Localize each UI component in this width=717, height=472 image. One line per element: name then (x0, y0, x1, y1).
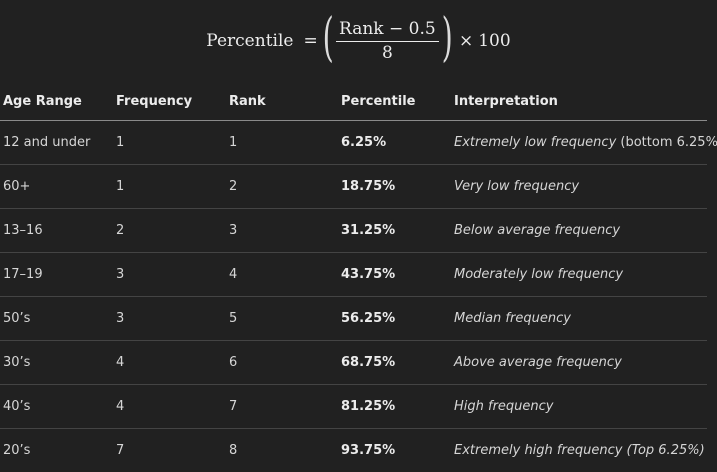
cell-interpretation: High frequency (451, 385, 707, 429)
cell-rank: 8 (226, 429, 338, 472)
header-rank: Rank (226, 82, 338, 121)
interpretation-text: Above average frequency (454, 355, 622, 370)
formula-denominator: 8 (382, 42, 393, 63)
cell-age-range: 60+ (0, 165, 113, 209)
cell-interpretation: Extremely high frequency (Top 6.25%) (451, 429, 707, 472)
header-percentile: Percentile (338, 82, 451, 121)
cell-percentile: 31.25% (338, 209, 451, 253)
interpretation-text: Extremely high frequency (Top 6.25%) (454, 443, 705, 458)
cell-age-range: 20’s (0, 429, 113, 472)
interpretation-note: (bottom 6.25%) (616, 135, 717, 150)
interpretation-text: Below average frequency (454, 223, 620, 238)
cell-interpretation: Below average frequency (451, 209, 707, 253)
formula-equals: = (303, 31, 317, 51)
header-frequency: Frequency (113, 82, 226, 121)
cell-frequency: 1 (113, 121, 226, 165)
formula-factor: 100 (478, 31, 510, 51)
header-interpretation: Interpretation (451, 82, 707, 121)
table-row: 60+1218.75%Very low frequency (0, 165, 707, 209)
cell-rank: 1 (226, 121, 338, 165)
cell-interpretation: Extremely low frequency (bottom 6.25%) (451, 121, 707, 165)
cell-frequency: 3 (113, 253, 226, 297)
cell-age-range: 40’s (0, 385, 113, 429)
table-body: 12 and under116.25%Extremely low frequen… (0, 121, 707, 472)
cell-rank: 2 (226, 165, 338, 209)
cell-age-range: 50’s (0, 297, 113, 341)
cell-percentile: 18.75% (338, 165, 451, 209)
interpretation-text: Extremely low frequency (454, 135, 616, 150)
table-header-row: Age Range Frequency Rank Percentile Inte… (0, 82, 707, 121)
interpretation-text: Median frequency (454, 311, 571, 326)
formula-lhs: Percentile (206, 31, 293, 51)
percentile-table-container: Age Range Frequency Rank Percentile Inte… (0, 82, 707, 472)
cell-percentile: 56.25% (338, 297, 451, 341)
table-row: 13–162331.25%Below average frequency (0, 209, 707, 253)
percentile-formula: Percentile = ( Rank − 0.5 8 ) × 100 (0, 0, 717, 82)
cell-age-range: 13–16 (0, 209, 113, 253)
cell-rank: 6 (226, 341, 338, 385)
cell-rank: 3 (226, 209, 338, 253)
formula-times: × (459, 31, 473, 51)
cell-interpretation: Median frequency (451, 297, 707, 341)
cell-frequency: 7 (113, 429, 226, 472)
cell-frequency: 4 (113, 385, 226, 429)
cell-interpretation: Moderately low frequency (451, 253, 707, 297)
left-paren: ( (322, 12, 333, 64)
cell-percentile: 43.75% (338, 253, 451, 297)
cell-percentile: 6.25% (338, 121, 451, 165)
formula-numerator: Rank − 0.5 (336, 19, 439, 42)
cell-rank: 4 (226, 253, 338, 297)
cell-frequency: 1 (113, 165, 226, 209)
table-row: 30’s4668.75%Above average frequency (0, 341, 707, 385)
interpretation-text: Moderately low frequency (454, 267, 623, 282)
percentile-table: Age Range Frequency Rank Percentile Inte… (0, 82, 707, 472)
cell-age-range: 17–19 (0, 253, 113, 297)
table-row: 20’s7893.75%Extremely high frequency (To… (0, 429, 707, 472)
table-row: 12 and under116.25%Extremely low frequen… (0, 121, 707, 165)
table-row: 50’s3556.25%Median frequency (0, 297, 707, 341)
interpretation-text: High frequency (454, 399, 554, 414)
cell-percentile: 68.75% (338, 341, 451, 385)
cell-frequency: 3 (113, 297, 226, 341)
cell-age-range: 30’s (0, 341, 113, 385)
right-paren: ) (441, 12, 452, 64)
cell-interpretation: Very low frequency (451, 165, 707, 209)
cell-frequency: 4 (113, 341, 226, 385)
formula-fraction: Rank − 0.5 8 (336, 19, 439, 63)
cell-age-range: 12 and under (0, 121, 113, 165)
cell-percentile: 93.75% (338, 429, 451, 472)
table-row: 17–193443.75%Moderately low frequency (0, 253, 707, 297)
cell-interpretation: Above average frequency (451, 341, 707, 385)
cell-rank: 5 (226, 297, 338, 341)
table-row: 40’s4781.25%High frequency (0, 385, 707, 429)
interpretation-text: Very low frequency (454, 179, 579, 194)
cell-percentile: 81.25% (338, 385, 451, 429)
cell-rank: 7 (226, 385, 338, 429)
cell-frequency: 2 (113, 209, 226, 253)
header-age-range: Age Range (0, 82, 113, 121)
